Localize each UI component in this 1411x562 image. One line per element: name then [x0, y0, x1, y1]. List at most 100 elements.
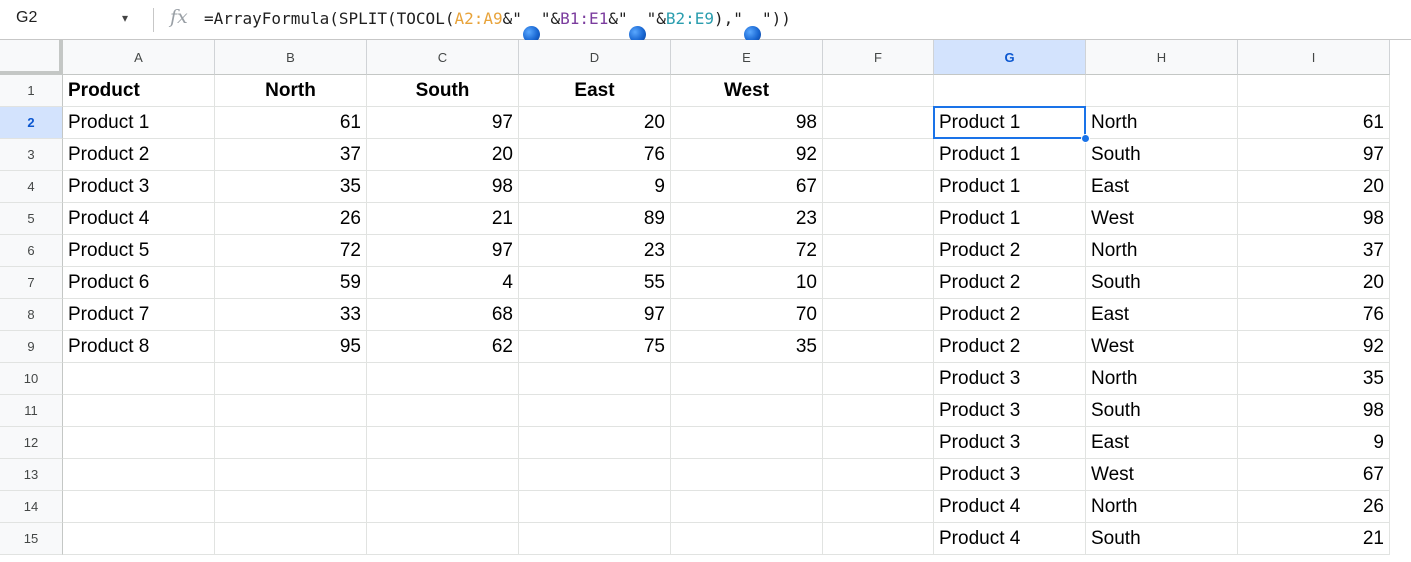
select-all-corner[interactable] — [0, 40, 63, 75]
cell-e6[interactable]: 72 — [671, 235, 823, 267]
row-header-7[interactable]: 7 — [0, 267, 63, 299]
fill-handle[interactable] — [1081, 134, 1090, 143]
cell-a6[interactable]: Product 5 — [63, 235, 215, 267]
column-header-h[interactable]: H — [1086, 40, 1238, 75]
cell-d7[interactable]: 55 — [519, 267, 671, 299]
row-header-13[interactable]: 13 — [0, 459, 63, 491]
cell-g12[interactable]: Product 3 — [934, 427, 1086, 459]
row-header-2[interactable]: 2 — [0, 107, 63, 139]
cell-g11[interactable]: Product 3 — [934, 395, 1086, 427]
cell-g15[interactable]: Product 4 — [934, 523, 1086, 555]
row-header-1[interactable]: 1 — [0, 75, 63, 107]
cell-f14[interactable] — [823, 491, 934, 523]
cell-b15[interactable] — [215, 523, 367, 555]
cell-i15[interactable]: 21 — [1238, 523, 1390, 555]
cell-c14[interactable] — [367, 491, 519, 523]
cell-i9[interactable]: 92 — [1238, 331, 1390, 363]
cell-b14[interactable] — [215, 491, 367, 523]
cell-g8[interactable]: Product 2 — [934, 299, 1086, 331]
cell-a15[interactable] — [63, 523, 215, 555]
cell-d4[interactable]: 9 — [519, 171, 671, 203]
cell-c4[interactable]: 98 — [367, 171, 519, 203]
cell-h11[interactable]: South — [1086, 395, 1238, 427]
cell-i14[interactable]: 26 — [1238, 491, 1390, 523]
cell-h10[interactable]: North — [1086, 363, 1238, 395]
cell-f4[interactable] — [823, 171, 934, 203]
cell-g14[interactable]: Product 4 — [934, 491, 1086, 523]
cell-c1[interactable]: South — [367, 75, 519, 107]
cell-a4[interactable]: Product 3 — [63, 171, 215, 203]
cell-d6[interactable]: 23 — [519, 235, 671, 267]
cell-i8[interactable]: 76 — [1238, 299, 1390, 331]
cell-e9[interactable]: 35 — [671, 331, 823, 363]
cell-c9[interactable]: 62 — [367, 331, 519, 363]
cell-d11[interactable] — [519, 395, 671, 427]
cell-h5[interactable]: West — [1086, 203, 1238, 235]
cell-b11[interactable] — [215, 395, 367, 427]
cell-f6[interactable] — [823, 235, 934, 267]
cell-e3[interactable]: 92 — [671, 139, 823, 171]
row-header-3[interactable]: 3 — [0, 139, 63, 171]
spreadsheet-grid[interactable]: A B C D E F G H I 1 Product North South East West 2 Prod… — [0, 40, 1411, 562]
cell-e11[interactable] — [671, 395, 823, 427]
row-header-12[interactable]: 12 — [0, 427, 63, 459]
cell-h9[interactable]: West — [1086, 331, 1238, 363]
cell-i12[interactable]: 9 — [1238, 427, 1390, 459]
cell-c6[interactable]: 97 — [367, 235, 519, 267]
cell-g3[interactable]: Product 1 — [934, 139, 1086, 171]
cell-d13[interactable] — [519, 459, 671, 491]
cell-e1[interactable]: West — [671, 75, 823, 107]
cell-a7[interactable]: Product 6 — [63, 267, 215, 299]
cell-c7[interactable]: 4 — [367, 267, 519, 299]
cell-e8[interactable]: 70 — [671, 299, 823, 331]
column-header-g[interactable]: G — [934, 40, 1086, 75]
cell-i10[interactable]: 35 — [1238, 363, 1390, 395]
cell-a14[interactable] — [63, 491, 215, 523]
cell-c15[interactable] — [367, 523, 519, 555]
cell-e13[interactable] — [671, 459, 823, 491]
cell-i2[interactable]: 61 — [1238, 107, 1390, 139]
cell-f5[interactable] — [823, 203, 934, 235]
column-header-a[interactable]: A — [63, 40, 215, 75]
cell-b2[interactable]: 61 — [215, 107, 367, 139]
cell-g9[interactable]: Product 2 — [934, 331, 1086, 363]
cell-a11[interactable] — [63, 395, 215, 427]
cell-a3[interactable]: Product 2 — [63, 139, 215, 171]
cell-a1[interactable]: Product — [63, 75, 215, 107]
row-header-8[interactable]: 8 — [0, 299, 63, 331]
cell-i5[interactable]: 98 — [1238, 203, 1390, 235]
chevron-down-icon[interactable]: ▾ — [122, 11, 128, 25]
column-header-i[interactable]: I — [1238, 40, 1390, 75]
row-header-9[interactable]: 9 — [0, 331, 63, 363]
column-header-d[interactable]: D — [519, 40, 671, 75]
cell-d14[interactable] — [519, 491, 671, 523]
cell-i11[interactable]: 98 — [1238, 395, 1390, 427]
cell-e10[interactable] — [671, 363, 823, 395]
cell-h6[interactable]: North — [1086, 235, 1238, 267]
cell-d9[interactable]: 75 — [519, 331, 671, 363]
cell-g1[interactable] — [934, 75, 1086, 107]
cell-g6[interactable]: Product 2 — [934, 235, 1086, 267]
cell-g7[interactable]: Product 2 — [934, 267, 1086, 299]
cell-f9[interactable] — [823, 331, 934, 363]
cell-c10[interactable] — [367, 363, 519, 395]
cell-a8[interactable]: Product 7 — [63, 299, 215, 331]
cell-e14[interactable] — [671, 491, 823, 523]
column-header-c[interactable]: C — [367, 40, 519, 75]
cell-c11[interactable] — [367, 395, 519, 427]
cell-f13[interactable] — [823, 459, 934, 491]
cell-b6[interactable]: 72 — [215, 235, 367, 267]
row-header-10[interactable]: 10 — [0, 363, 63, 395]
cell-b9[interactable]: 95 — [215, 331, 367, 363]
cell-g5[interactable]: Product 1 — [934, 203, 1086, 235]
row-header-11[interactable]: 11 — [0, 395, 63, 427]
cell-f7[interactable] — [823, 267, 934, 299]
cell-e2[interactable]: 98 — [671, 107, 823, 139]
cell-b12[interactable] — [215, 427, 367, 459]
cell-a13[interactable] — [63, 459, 215, 491]
cell-d2[interactable]: 20 — [519, 107, 671, 139]
cell-b4[interactable]: 35 — [215, 171, 367, 203]
cell-d3[interactable]: 76 — [519, 139, 671, 171]
cell-h3[interactable]: South — [1086, 139, 1238, 171]
cell-a5[interactable]: Product 4 — [63, 203, 215, 235]
